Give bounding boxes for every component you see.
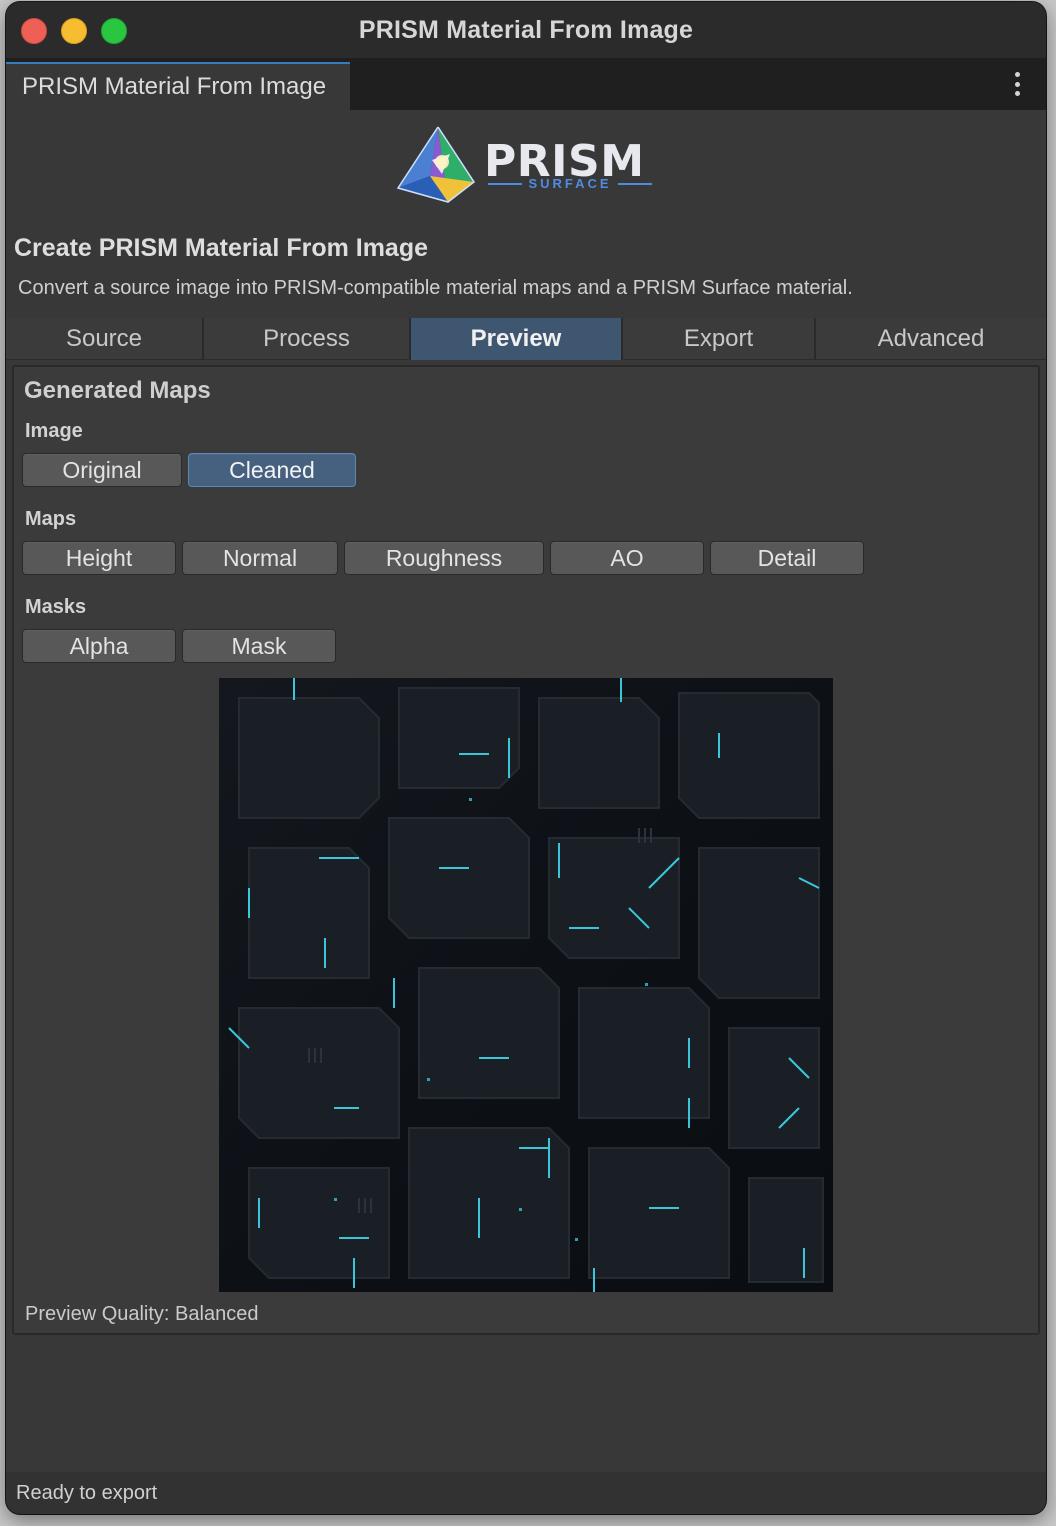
sci-fi-panel-texture [219, 678, 833, 1292]
window-controls [21, 18, 127, 44]
logo-subtitle: SURFACE [488, 176, 652, 191]
window-title: PRISM Material From Image [358, 15, 694, 44]
tab-advanced[interactable]: Advanced [816, 318, 1046, 360]
section-title: Generated Maps [24, 377, 211, 404]
original-button[interactable]: Original [22, 453, 182, 487]
document-tab-bar: PRISM Material From Image [6, 58, 1046, 110]
maps-group-label: Maps [25, 508, 77, 530]
more-options-icon[interactable] [1010, 72, 1024, 96]
page-description: Convert a source image into PRISM-compat… [18, 277, 853, 299]
cleaned-button[interactable]: Cleaned [188, 453, 356, 487]
ao-map-button[interactable]: AO [550, 541, 704, 575]
close-window-button[interactable] [21, 18, 47, 44]
section-tabs: Source Process Preview Export Advanced [6, 318, 1046, 360]
status-text: Ready to export [16, 1481, 158, 1504]
maps-button-row: Height Normal Roughness AO Detail [22, 541, 864, 575]
title-bar: PRISM Material From Image [6, 2, 1046, 58]
page-title: Create PRISM Material From Image [14, 234, 429, 262]
image-group-label: Image [25, 420, 83, 442]
tab-process[interactable]: Process [204, 318, 411, 360]
prism-logo: PRISM SURFACE [392, 124, 654, 206]
minimize-window-button[interactable] [61, 18, 87, 44]
preview-quality-label: Preview Quality: Balanced [25, 1303, 259, 1325]
detail-map-button[interactable]: Detail [710, 541, 864, 575]
alpha-mask-button[interactable]: Alpha [22, 629, 176, 663]
window: PRISM Material From Image PRISM Material… [6, 2, 1046, 1514]
image-button-row: Original Cleaned [22, 453, 356, 487]
mask-button[interactable]: Mask [182, 629, 336, 663]
document-tab[interactable]: PRISM Material From Image [6, 62, 350, 110]
tab-export[interactable]: Export [623, 318, 816, 360]
texture-preview-image [219, 678, 833, 1292]
prism-pyramid-icon [396, 126, 476, 203]
tab-preview[interactable]: Preview [411, 318, 623, 360]
normal-map-button[interactable]: Normal [182, 541, 338, 575]
roughness-map-button[interactable]: Roughness [344, 541, 544, 575]
zoom-window-button[interactable] [101, 18, 127, 44]
document-tab-label: PRISM Material From Image [22, 73, 327, 100]
generated-maps-panel: Generated Maps Image Original Cleaned Ma… [12, 365, 1040, 1335]
status-bar: Ready to export [6, 1472, 1046, 1514]
tab-source[interactable]: Source [6, 318, 204, 360]
height-map-button[interactable]: Height [22, 541, 176, 575]
masks-button-row: Alpha Mask [22, 629, 336, 663]
logo-subtitle-text: SURFACE [528, 176, 612, 191]
masks-group-label: Masks [25, 596, 87, 618]
